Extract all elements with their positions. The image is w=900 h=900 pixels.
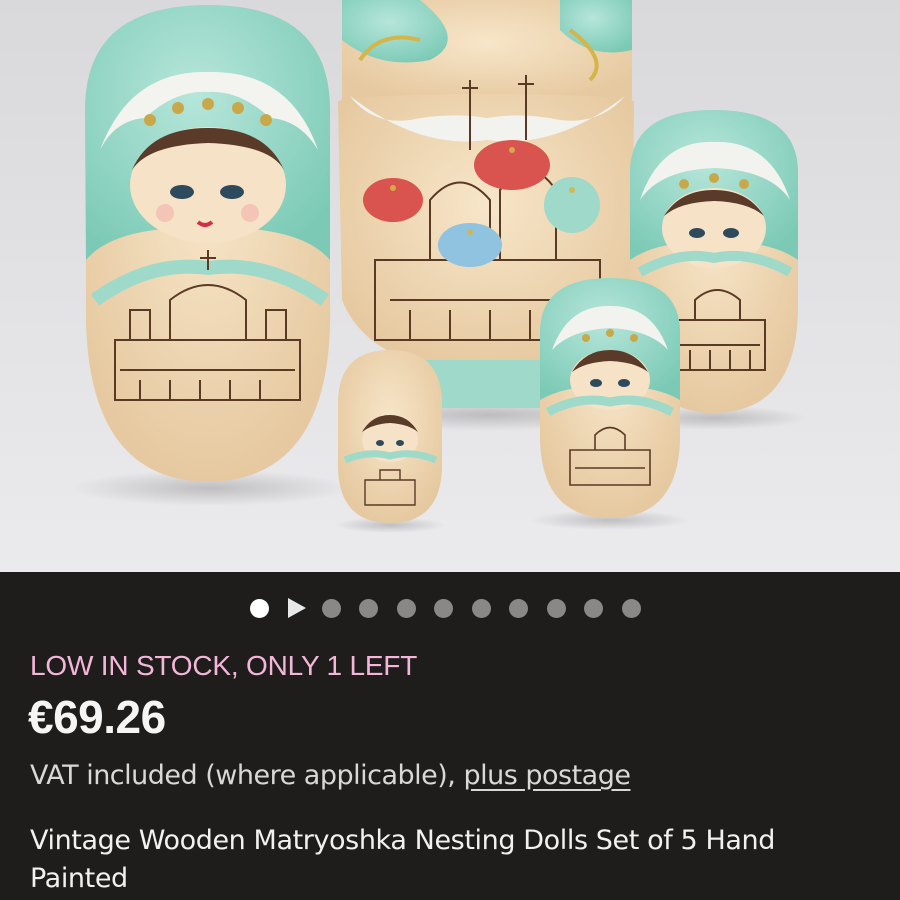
video-play-icon[interactable] xyxy=(287,598,306,618)
pager-dot[interactable] xyxy=(359,598,378,618)
plus-postage-link[interactable]: plus postage xyxy=(463,760,631,791)
pager-dot[interactable] xyxy=(396,598,416,618)
stock-notice: LOW IN STOCK, ONLY 1 LEFT xyxy=(30,650,418,681)
doll-small xyxy=(539,278,681,518)
pager-dot[interactable] xyxy=(434,598,453,618)
listing-info-panel: LOW IN STOCK, ONLY 1 LEFT €69.26 VAT inc… xyxy=(0,572,900,900)
doll-large-left xyxy=(85,5,331,482)
pager-dot[interactable] xyxy=(509,598,528,618)
pager-dot[interactable] xyxy=(321,598,341,618)
product-photo[interactable] xyxy=(0,0,900,572)
pager-dot[interactable] xyxy=(546,598,566,618)
pager-dot[interactable] xyxy=(584,598,603,618)
doll-tiny xyxy=(337,350,443,523)
pager-dot[interactable] xyxy=(471,598,491,618)
pager-dot[interactable] xyxy=(621,598,641,618)
listing-title: Vintage Wooden Matryoshka Nesting Dolls … xyxy=(30,825,775,894)
nesting-dolls-image xyxy=(70,0,809,533)
price: €69.26 xyxy=(28,691,166,743)
pager-dot-active[interactable] xyxy=(250,598,269,618)
vat-text: VAT included (where applicable), xyxy=(30,760,464,791)
image-carousel-pager[interactable] xyxy=(250,597,659,619)
vat-note: VAT included (where applicable), plus po… xyxy=(30,760,631,791)
